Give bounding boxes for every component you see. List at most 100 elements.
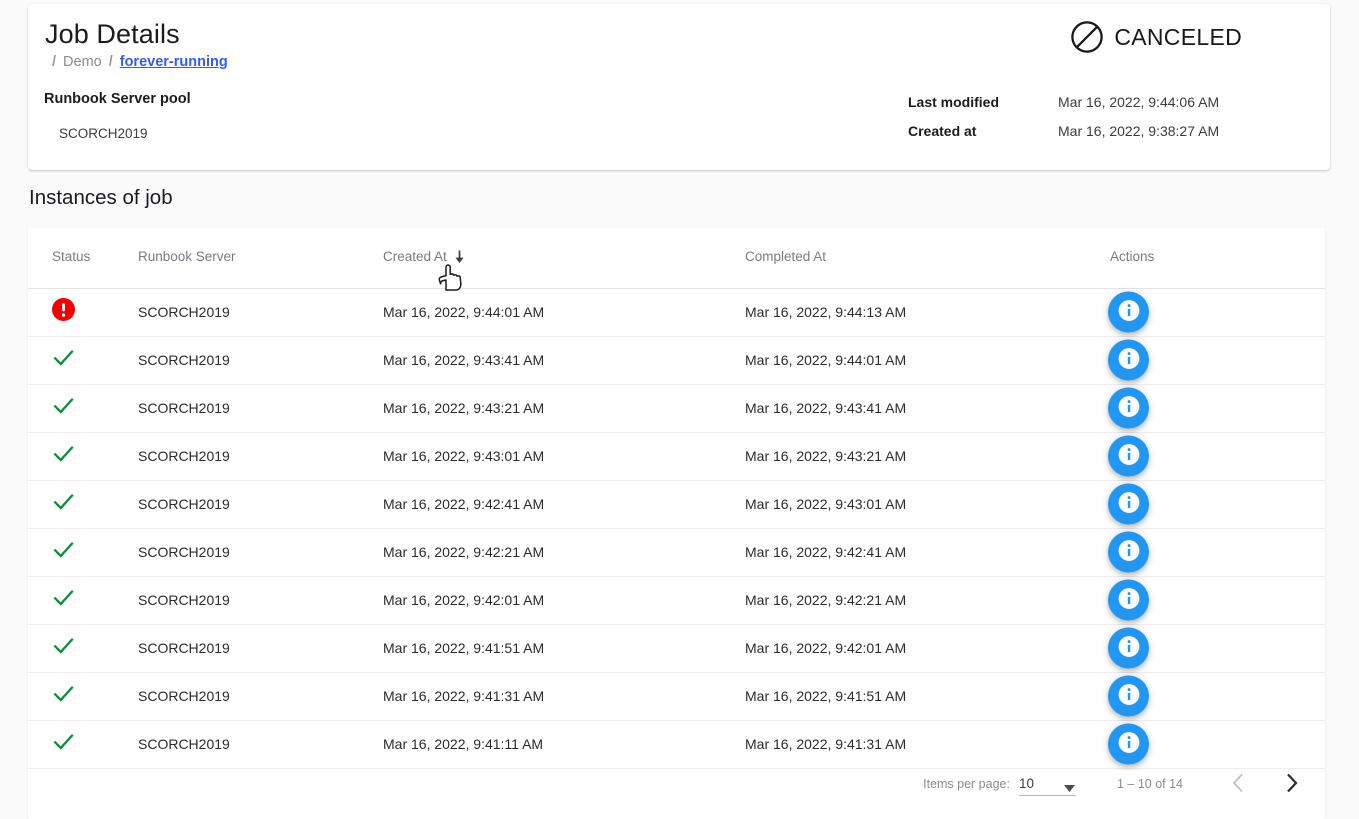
column-header-runbook-server-label: Runbook Server xyxy=(138,249,236,264)
column-header-status[interactable]: Status xyxy=(52,249,90,264)
cell-created-at: Mar 16, 2022, 9:41:31 AM xyxy=(383,688,544,704)
table-row[interactable]: SCORCH2019Mar 16, 2022, 9:42:21 AMMar 16… xyxy=(28,528,1325,576)
status-badge-label: CANCELED xyxy=(1114,24,1242,51)
items-per-page-select[interactable]: 10 xyxy=(1019,772,1076,796)
cell-runbook-server: SCORCH2019 xyxy=(138,688,230,704)
next-page-button[interactable] xyxy=(1273,765,1311,803)
table-row[interactable]: SCORCH2019 Mar 16, 2022, 9:43:41 AM Mar 16… xyxy=(28,336,1325,384)
pagination-range-label: 1 – 10 of 14 xyxy=(1117,777,1183,791)
column-header-created-at-label: Created At xyxy=(383,249,447,264)
meta-key-created-at: Created at xyxy=(908,123,1058,139)
instance-info-button[interactable] xyxy=(1108,676,1149,717)
runbook-server-pool-label: Runbook Server pool xyxy=(44,91,191,107)
breadcrumb-item-demo[interactable]: Demo xyxy=(63,54,102,70)
cell-created-at: Mar 16, 2022, 9:41:51 AM xyxy=(383,640,544,656)
cell-runbook-server: SCORCH2019 xyxy=(138,352,230,368)
previous-page-button[interactable] xyxy=(1219,765,1257,803)
breadcrumb: / Demo / forever-running xyxy=(52,54,228,70)
check-icon xyxy=(52,586,75,614)
info-icon xyxy=(1118,540,1140,565)
column-header-actions-label: Actions xyxy=(1110,249,1154,264)
table-row[interactable]: SCORCH2019 Mar 16, 2022, 9:42:01 AM Mar 16… xyxy=(28,576,1325,624)
column-header-actions: Actions xyxy=(1110,249,1154,264)
page-title: Job Details xyxy=(45,19,180,50)
column-header-runbook-server[interactable]: Runbook Server xyxy=(138,249,236,264)
instance-info-button[interactable] xyxy=(1108,628,1149,669)
info-icon xyxy=(1118,444,1140,469)
meta-key-last-modified: Last modified xyxy=(908,94,1058,110)
cell-completed-at: Mar 16, 2022, 9:44:01 AM xyxy=(745,352,906,368)
column-header-completed-at[interactable]: Completed At xyxy=(745,249,826,264)
cell-runbook-server: SCORCH2019 xyxy=(138,736,230,752)
breadcrumb-link-job[interactable]: forever-running xyxy=(120,54,228,70)
table-row[interactable]: SCORCH2019 Mar 16, 2022, 9:42:41 AM Mar 16… xyxy=(28,480,1325,528)
instance-info-button[interactable] xyxy=(1108,388,1149,429)
info-icon xyxy=(1118,636,1140,661)
check-icon xyxy=(52,538,75,566)
ban-icon xyxy=(1070,20,1104,54)
info-icon xyxy=(1118,300,1140,325)
breadcrumb-separator-2: / xyxy=(109,54,113,70)
paginator: Items per page: 10 1 – 10 of 14 xyxy=(923,759,1311,809)
info-icon xyxy=(1118,492,1140,517)
cell-completed-at: Mar 16, 2022, 9:42:21 AM xyxy=(745,592,906,608)
info-icon xyxy=(1118,588,1140,613)
table-body: SCORCH2019 Mar 16, 2022, 9:44:01 AM Mar 16… xyxy=(28,288,1325,768)
table-row[interactable]: SCORCH2019Mar 16, 2022, 9:43:01 AMMar 16… xyxy=(28,432,1325,480)
chevron-down-icon xyxy=(1064,781,1075,795)
instance-info-button[interactable] xyxy=(1108,436,1149,477)
column-header-created-at[interactable]: Created At xyxy=(383,249,465,264)
instance-info-button[interactable] xyxy=(1108,532,1149,573)
cell-completed-at: Mar 16, 2022, 9:42:01 AM xyxy=(745,640,906,656)
table-row[interactable]: SCORCH2019Mar 16, 2022, 9:41:51 AMMar 16… xyxy=(28,624,1325,672)
chevron-left-icon xyxy=(1232,773,1244,796)
table-row[interactable]: SCORCH2019 Mar 16, 2022, 9:41:31 AM Mar 16… xyxy=(28,672,1325,720)
runbook-server-pool-value: SCORCH2019 xyxy=(59,126,148,141)
check-icon xyxy=(52,346,75,374)
job-details-card: Job Details / Demo / forever-running Run… xyxy=(28,4,1330,170)
meta-value-last-modified: Mar 16, 2022, 9:44:06 AM xyxy=(1058,94,1219,110)
meta-row-created-at: Created at Mar 16, 2022, 9:38:27 AM xyxy=(908,123,1219,152)
info-icon xyxy=(1118,732,1140,757)
info-icon xyxy=(1118,396,1140,421)
instances-section-title: Instances of job xyxy=(29,186,173,210)
status-badge: CANCELED xyxy=(1070,20,1242,54)
cell-completed-at: Mar 16, 2022, 9:43:01 AM xyxy=(745,496,906,512)
cell-runbook-server: SCORCH2019 xyxy=(138,448,230,464)
instances-table: Status Runbook Server Created At xyxy=(28,228,1325,769)
cell-runbook-server: SCORCH2019 xyxy=(138,592,230,608)
cell-created-at: Mar 16, 2022, 9:43:21 AM xyxy=(383,400,544,416)
check-icon xyxy=(52,490,75,518)
table-row[interactable]: SCORCH2019Mar 16, 2022, 9:43:21 AMMar 16… xyxy=(28,384,1325,432)
cell-created-at: Mar 16, 2022, 9:42:41 AM xyxy=(383,496,544,512)
cell-completed-at: Mar 16, 2022, 9:43:41 AM xyxy=(745,400,906,416)
cell-completed-at: Mar 16, 2022, 9:41:31 AM xyxy=(745,736,906,752)
column-header-completed-at-label: Completed At xyxy=(745,249,826,264)
cell-runbook-server: SCORCH2019 xyxy=(138,544,230,560)
instance-info-button[interactable] xyxy=(1108,484,1149,525)
cell-created-at: Mar 16, 2022, 9:43:41 AM xyxy=(383,352,544,368)
info-icon xyxy=(1118,684,1140,709)
table-header-row: Status Runbook Server Created At xyxy=(28,228,1325,288)
info-icon xyxy=(1118,348,1140,373)
cell-runbook-server: SCORCH2019 xyxy=(138,304,230,320)
instance-info-button[interactable] xyxy=(1108,292,1149,333)
cell-created-at: Mar 16, 2022, 9:43:01 AM xyxy=(383,448,544,464)
cell-created-at: Mar 16, 2022, 9:42:01 AM xyxy=(383,592,544,608)
items-per-page-value: 10 xyxy=(1019,776,1034,791)
error-icon xyxy=(52,298,75,326)
table-row[interactable]: SCORCH2019Mar 16, 2022, 9:44:01 AMMar 16… xyxy=(28,288,1325,336)
table-header: Status Runbook Server Created At xyxy=(28,228,1325,288)
instance-info-button[interactable] xyxy=(1108,580,1149,621)
instances-table-card: Status Runbook Server Created At xyxy=(28,228,1325,819)
instance-info-button[interactable] xyxy=(1108,340,1149,381)
arrow-down-icon xyxy=(454,250,465,263)
cell-completed-at: Mar 16, 2022, 9:44:13 AM xyxy=(745,304,906,320)
pagination-buttons xyxy=(1219,765,1311,803)
cell-runbook-server: SCORCH2019 xyxy=(138,496,230,512)
cell-completed-at: Mar 16, 2022, 9:41:51 AM xyxy=(745,688,906,704)
meta-row-last-modified: Last modified Mar 16, 2022, 9:44:06 AM xyxy=(908,94,1219,123)
column-header-status-label: Status xyxy=(52,249,90,264)
items-per-page-label: Items per page: xyxy=(923,777,1010,791)
cell-completed-at: Mar 16, 2022, 9:42:41 AM xyxy=(745,544,906,560)
